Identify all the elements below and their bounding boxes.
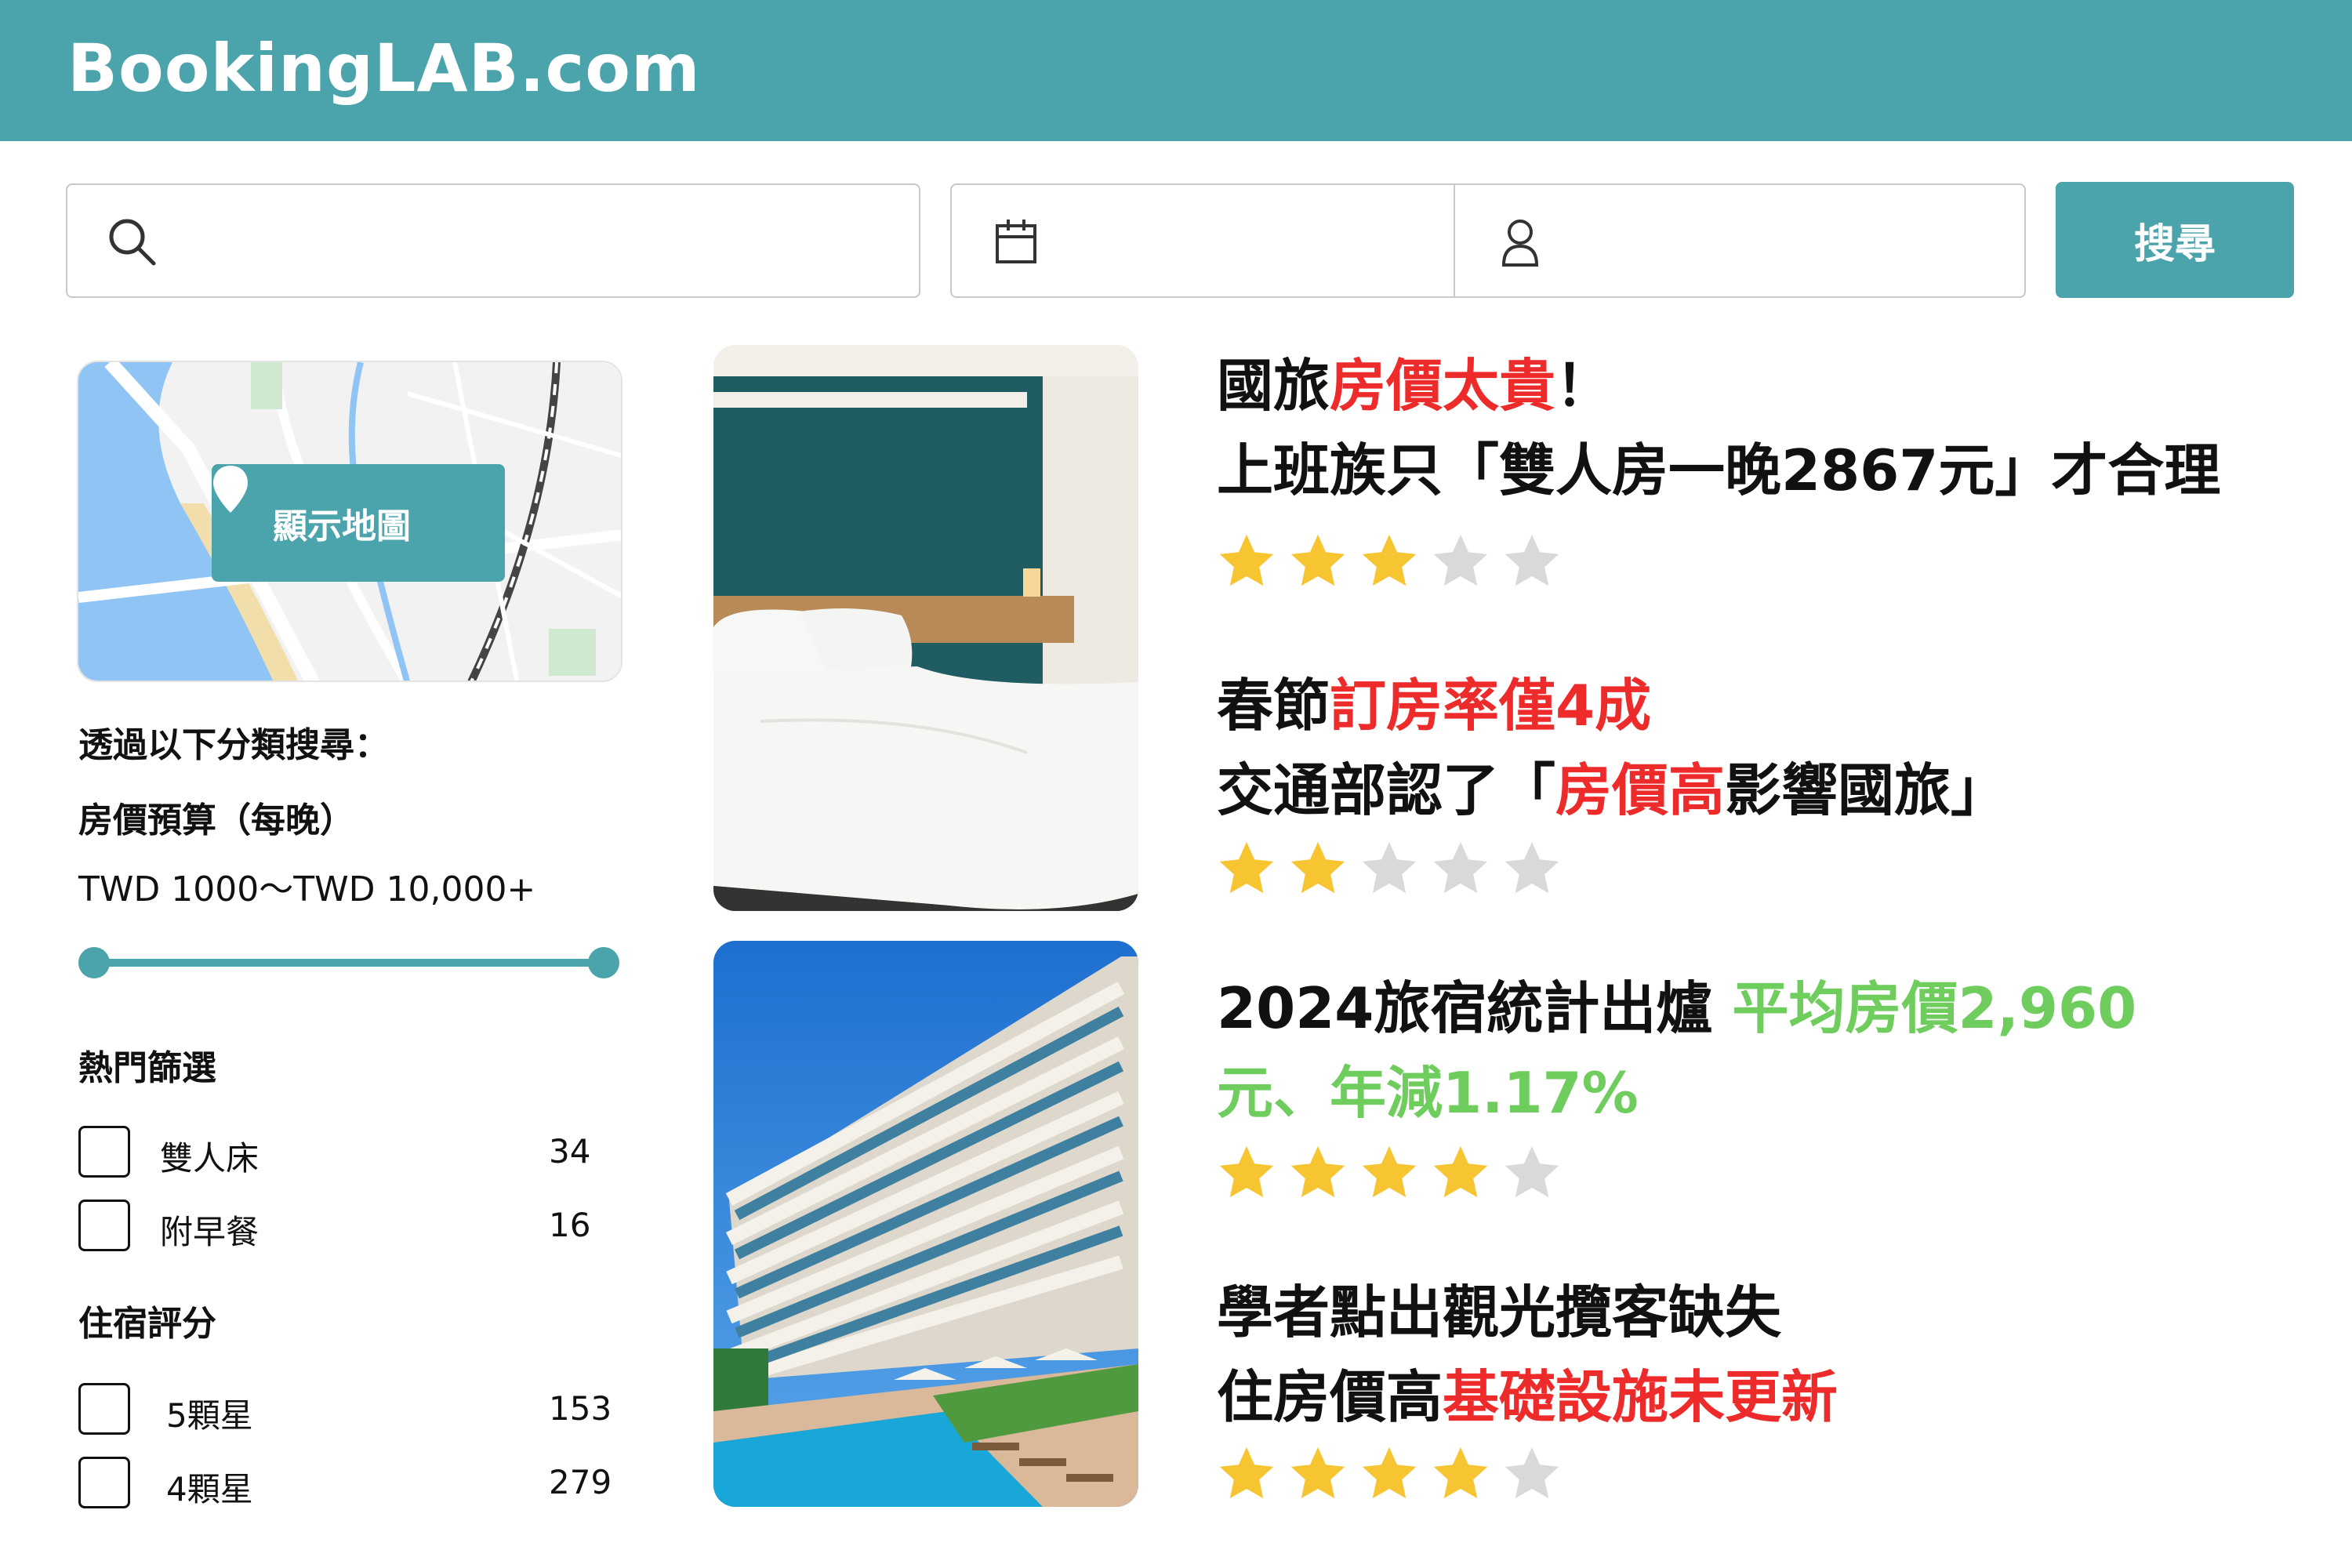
star-filled-icon	[1290, 1447, 1345, 1499]
price-range-text: TWD 1000～TWD 10,000+	[78, 869, 536, 909]
star-filled-icon	[1219, 1447, 1274, 1499]
site-logo[interactable]: BookingLAB.com	[67, 30, 701, 107]
article-1-rating	[1217, 532, 1577, 591]
star-empty-icon	[1362, 842, 1417, 894]
field-divider	[1454, 185, 1455, 296]
hotel-room-photo[interactable]	[713, 345, 1138, 911]
article-3[interactable]: 2024旅宿統計出爐 平均房價2,960 元、年減1.17%	[1217, 966, 2330, 1198]
date-guest-field[interactable]	[950, 183, 2026, 298]
star-filled-icon	[1219, 842, 1274, 894]
filter-breakfast[interactable]: 附早餐 16	[78, 1200, 612, 1251]
popular-filters-heading: 熱門篩選	[78, 1048, 216, 1088]
show-map-label: 顯示地圖	[273, 506, 411, 546]
price-range-slider[interactable]	[78, 944, 619, 982]
filter-checkbox[interactable]	[78, 1200, 130, 1251]
filter-label: 4顆星	[166, 1470, 253, 1508]
star-filled-icon	[1362, 1146, 1417, 1198]
star-rating-graphic	[1219, 1146, 1559, 1198]
show-map-button[interactable]: 顯示地圖	[212, 464, 505, 582]
destination-search-field[interactable]	[66, 183, 920, 298]
filter-checkbox[interactable]	[78, 1126, 130, 1178]
star-empty-icon	[1504, 842, 1559, 894]
filter-5-star[interactable]: 5顆星 153	[78, 1383, 612, 1435]
star-filled-icon	[1433, 1146, 1488, 1198]
article-2-line-2: 交通部認了「房價高影響國旅」	[1217, 757, 2008, 823]
search-button[interactable]: 搜尋	[2056, 182, 2294, 298]
article-4[interactable]: 學者點出觀光攬客缺失 住房價高基礎設施未更新	[1217, 1270, 2330, 1499]
article-2-line-1: 春節訂房率僅4成	[1217, 673, 1652, 739]
slider-max-handle[interactable]	[588, 947, 619, 978]
star-filled-icon	[1433, 1447, 1488, 1499]
star-filled-icon	[1362, 535, 1417, 586]
article-1[interactable]: 國旅房價太貴！ 上班族只「雙人房一晚2867元」才合理	[1217, 343, 2330, 586]
hotel-exterior-image	[713, 941, 1138, 1507]
search-icon	[105, 215, 160, 270]
article-2-rating	[1217, 839, 1577, 898]
filter-count: 34	[549, 1132, 591, 1171]
star-filled-icon	[1290, 535, 1345, 586]
filter-count: 153	[549, 1389, 612, 1428]
user-icon[interactable]	[1493, 215, 1548, 270]
star-empty-icon	[1504, 535, 1559, 586]
star-rating-graphic	[1219, 535, 1559, 586]
filter-4-star[interactable]: 4顆星 279	[78, 1457, 612, 1508]
star-filled-icon	[1290, 1146, 1345, 1198]
star-empty-icon	[1504, 1146, 1559, 1198]
star-filled-icon	[1362, 1447, 1417, 1499]
budget-heading: 房價預算（每晚）	[78, 800, 354, 840]
filter-checkbox[interactable]	[78, 1457, 130, 1508]
star-filled-icon	[1290, 842, 1345, 894]
star-empty-icon	[1433, 842, 1488, 894]
filter-count: 279	[549, 1463, 612, 1501]
article-3-line-1: 2024旅宿統計出爐 平均房價2,960	[1217, 975, 2137, 1041]
hotel-exterior-photo[interactable]	[713, 941, 1138, 1507]
article-4-line-1: 學者點出觀光攬客缺失	[1217, 1279, 1782, 1345]
article-3-rating	[1217, 1143, 1577, 1203]
rating-filters-heading: 住宿評分	[78, 1304, 216, 1344]
article-2[interactable]: 春節訂房率僅4成 交通部認了「房價高影響國旅」	[1217, 663, 2330, 894]
star-filled-icon	[1219, 535, 1274, 586]
map-preview[interactable]: 顯示地圖	[77, 361, 622, 682]
filter-double-bed[interactable]: 雙人床 34	[78, 1126, 612, 1178]
star-filled-icon	[1219, 1146, 1274, 1198]
star-rating-graphic	[1219, 1447, 1559, 1499]
slider-min-handle[interactable]	[78, 947, 110, 978]
star-rating-graphic	[1219, 842, 1559, 894]
calendar-icon[interactable]	[989, 215, 1044, 270]
star-empty-icon	[1433, 535, 1488, 586]
article-4-rating	[1217, 1444, 1577, 1504]
article-1-line-1: 國旅房價太貴！	[1217, 353, 1613, 419]
hotel-room-image	[713, 345, 1138, 911]
filter-label: 雙人床	[160, 1139, 260, 1178]
slider-track	[94, 959, 604, 967]
article-1-line-2: 上班族只「雙人房一晚2867元」才合理	[1217, 437, 2221, 503]
filter-checkbox[interactable]	[78, 1383, 130, 1435]
star-empty-icon	[1504, 1447, 1559, 1499]
filter-count: 16	[549, 1206, 591, 1244]
article-3-line-2: 元、年減1.17%	[1217, 1060, 1639, 1126]
article-4-line-2: 住房價高基礎設施未更新	[1217, 1364, 1838, 1430]
filter-label: 附早餐	[160, 1213, 260, 1251]
filter-label: 5顆星	[166, 1396, 253, 1435]
top-bar: BookingLAB.com	[0, 0, 2352, 141]
browse-by-heading: 透過以下分類搜尋：	[78, 725, 389, 765]
